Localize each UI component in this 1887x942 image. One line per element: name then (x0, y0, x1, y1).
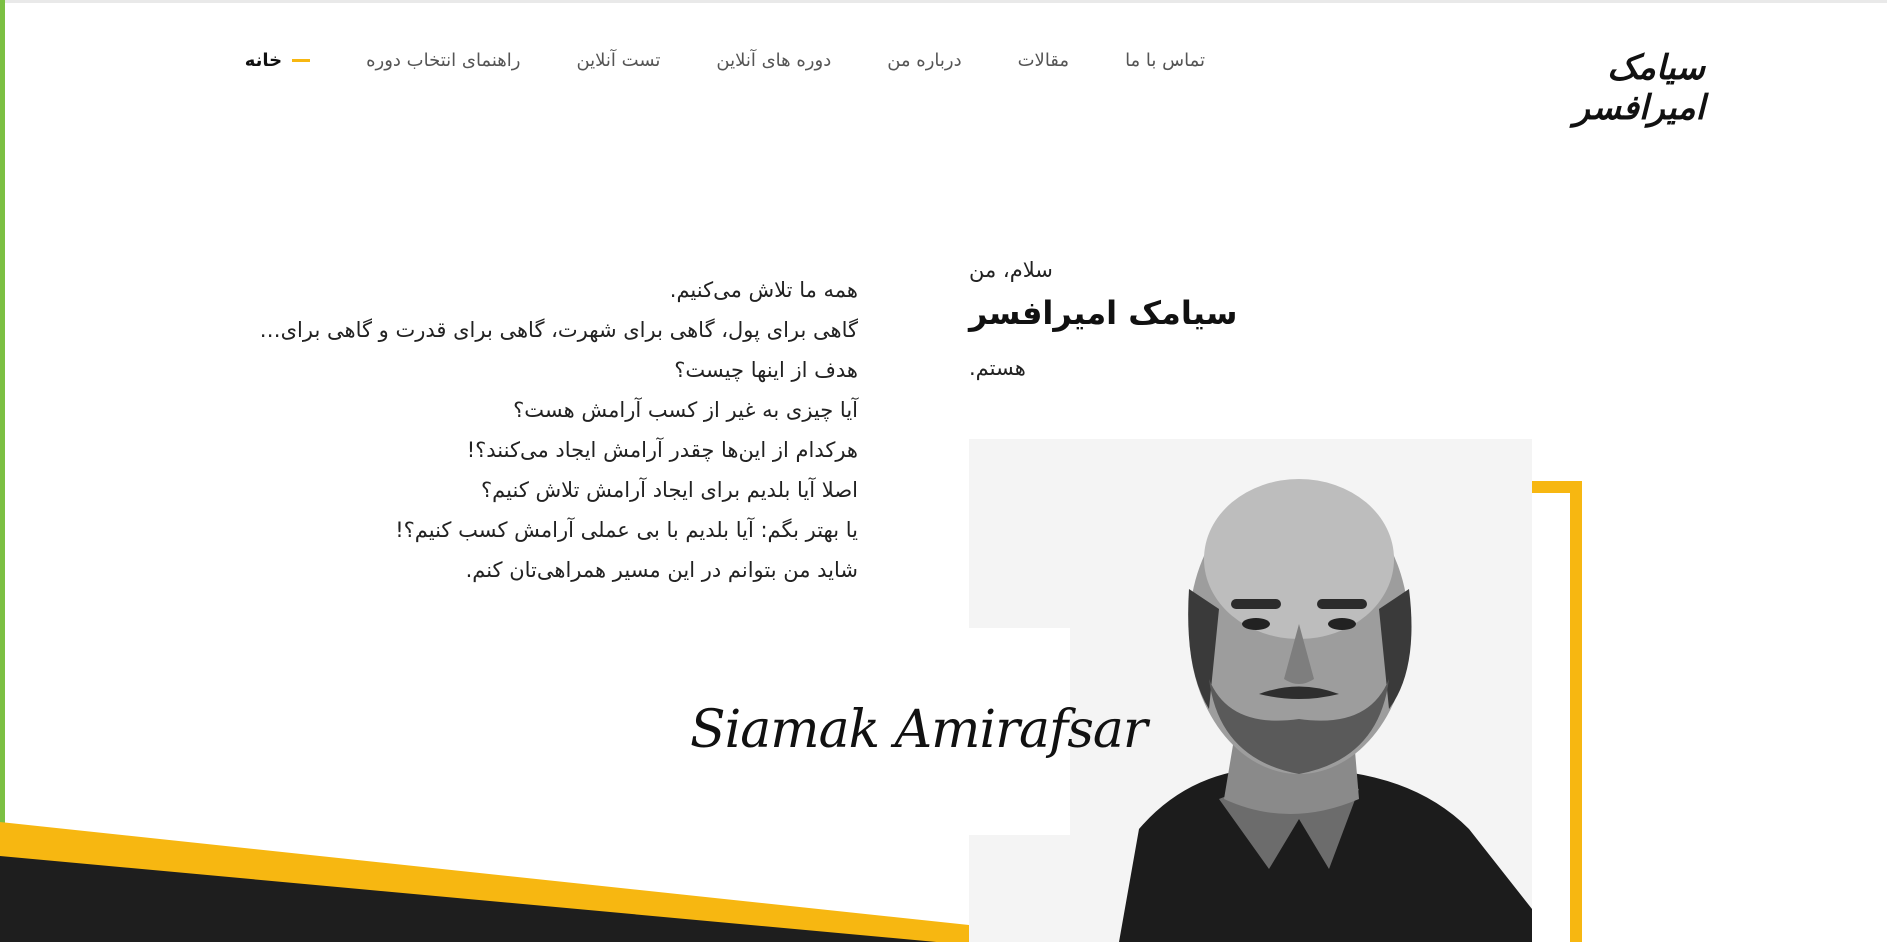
nav-item-label: تماس با ما (1125, 50, 1205, 71)
nav-item-label: خانه (244, 50, 283, 71)
nav-item-label: درباره من (887, 50, 962, 71)
left-accent-bar (0, 0, 5, 942)
intro-name: سیامک امیرافسر (969, 294, 1238, 332)
intro-paragraph: همه ما تلاش می‌کنیم. گاهی برای پول، گاهی… (260, 270, 858, 590)
nav-item-label: دوره های آنلاین (716, 50, 832, 71)
paragraph-line: هدف از اینها چیست؟ (674, 358, 858, 382)
intro-greeting: سلام، من (969, 258, 1053, 282)
intro-suffix: هستم. (969, 356, 1026, 380)
bottom-diagonal-decor (0, 822, 969, 942)
paragraph-line: یا بهتر بگم: آیا بلدیم با بی عملی آرامش … (395, 518, 858, 542)
active-indicator (292, 59, 311, 62)
nav-item-label: راهنمای انتخاب دوره (366, 50, 521, 71)
nav-item-online-courses[interactable]: دوره های آنلاین (716, 50, 831, 71)
paragraph-line: همه ما تلاش می‌کنیم. (669, 278, 858, 302)
paragraph-line: آیا چیزی به غیر از کسب آرامش هست؟ (513, 398, 858, 422)
paragraph-line: اصلا آیا بلدیم برای ایجاد آرامش تلاش کنی… (481, 478, 858, 502)
signature: Siamak Amirafsar (690, 700, 1148, 760)
site-logo[interactable]: سیامک امیرافسر (1515, 48, 1706, 128)
photo-accent-frame (1532, 481, 1582, 942)
nav-item-contact[interactable]: تماس با ما (1125, 50, 1205, 71)
nav-item-course-guide[interactable]: راهنمای انتخاب دوره (366, 50, 520, 71)
paragraph-line: هرکدام از این‌ها چقدر آرامش ایجاد می‌کنن… (466, 438, 858, 462)
nav-item-home[interactable]: خانه (244, 50, 311, 71)
paragraph-line: شاید من بتوانم در این مسیر همراهی‌تان کن… (465, 558, 858, 582)
paragraph-line: گاهی برای پول، گاهی برای شهرت، گاهی برای… (259, 318, 858, 342)
top-border (0, 0, 1887, 3)
nav-item-label: مقالات (1017, 50, 1070, 71)
nav-item-label: تست آنلاین (576, 50, 661, 71)
nav-item-online-test[interactable]: تست آنلاین (576, 50, 660, 71)
nav-item-articles[interactable]: مقالات (1018, 50, 1069, 71)
main-nav: خانه راهنمای انتخاب دوره تست آنلاین دوره… (189, 50, 1205, 71)
nav-item-about[interactable]: درباره من (887, 50, 961, 71)
